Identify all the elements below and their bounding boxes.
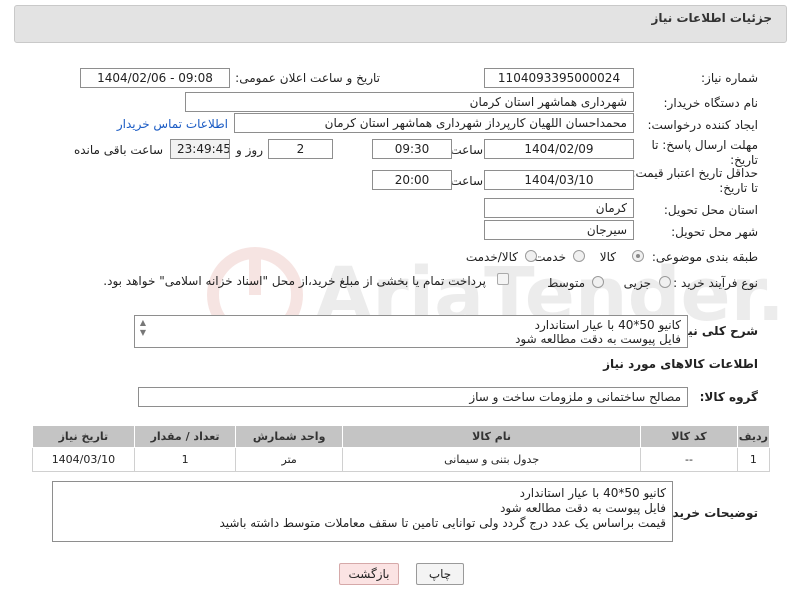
notes-line: قیمت براساس یک عدد درج گردد ولی توانایی … [219, 516, 666, 530]
category-goods-radio[interactable] [632, 250, 644, 262]
column-header: واحد شمارش [235, 425, 343, 448]
process-minor-label: جزیی [623, 276, 651, 290]
column-header: تعداد / مقدار [133, 425, 237, 448]
announce-datetime-field: 1404/02/06 - 09:08 [80, 68, 230, 88]
city-label: شهر محل تحویل: [671, 225, 758, 239]
table-cell: 1 [736, 447, 771, 472]
column-header: ردیف [736, 425, 771, 448]
table-header-row: ردیف کد کالا نام کالا واحد شمارش تعداد /… [32, 425, 771, 448]
category-label: طبقه بندی موضوعی: [651, 250, 758, 264]
description-line: کانیو 50*40 با عیار استاندارد [534, 318, 681, 332]
column-header: تاریخ نیاز [32, 425, 135, 448]
process-minor-radio[interactable] [659, 276, 671, 288]
process-type-label: نوع فرآیند خرید : [673, 276, 758, 290]
requester-label: ایجاد کننده درخواست: [647, 118, 758, 132]
category-goods-service-radio[interactable] [525, 250, 537, 262]
validity-time-field: 20:00 [372, 170, 452, 190]
reply-date-field: 1404/02/09 [484, 139, 634, 159]
print-button[interactable]: چاپ [416, 563, 464, 585]
category-service-radio[interactable] [573, 250, 585, 262]
need-number-field: 1104093395000024 [484, 68, 634, 88]
buyer-org-label: نام دستگاه خریدار: [663, 96, 759, 110]
contact-buyer-link[interactable]: اطلاعات تماس خریدار [117, 117, 228, 131]
table-cell: -- [640, 447, 738, 472]
table-cell: متر [235, 447, 343, 472]
table-cell: 1404/03/10 [32, 447, 135, 472]
items-table: ردیف کد کالا نام کالا واحد شمارش تعداد /… [32, 425, 771, 472]
buyer-notes-box: کانیو 50*40 با عیار استاندارد فایل پیوست… [52, 481, 673, 542]
process-medium-label: متوسط [547, 276, 585, 290]
table-cell: 1 [133, 447, 237, 472]
back-button[interactable]: بازگشت [339, 563, 399, 585]
reply-hour-label: ساعت [450, 143, 483, 157]
category-goods-service-label: کالا/خدمت [465, 250, 518, 264]
column-header: کد کالا [640, 425, 738, 448]
days-field: 2 [268, 139, 333, 159]
payment-note: پرداخت تمام یا بخشی از مبلغ خرید،از محل … [103, 274, 486, 288]
description-scroll-arrows[interactable]: ▲ ▼ [137, 318, 149, 342]
goods-group-field: مصالح ساختمانی و ملزومات ساخت و ساز [138, 387, 688, 407]
city-field: سیرجان [484, 220, 634, 240]
description-box: کانیو 50*40 با عیار استاندارد فایل پیوست… [134, 315, 688, 348]
notes-line: کانیو 50*40 با عیار استاندارد [519, 486, 666, 500]
process-medium-radio[interactable] [592, 276, 604, 288]
remaining-time-field: 23:49:45 [170, 139, 230, 159]
province-label: استان محل تحویل: [663, 203, 758, 217]
price-validity-label: حداقل تاریخ اعتبار قیمت: تا تاریخ: [631, 166, 758, 195]
category-goods-label: کالا [599, 250, 616, 264]
category-service-label: خدمت [534, 250, 566, 264]
day-and-label: روز و [236, 143, 263, 157]
goods-group-label: گروه کالا: [699, 390, 758, 404]
treasury-payment-checkbox[interactable] [497, 273, 509, 285]
reply-deadline-label: مهلت ارسال پاسخ: تا تاریخ: [651, 138, 758, 167]
need-number-label: شماره نیاز: [701, 71, 758, 85]
reply-time-field: 09:30 [372, 139, 452, 159]
validity-hour-label: ساعت [450, 174, 483, 188]
buyer-org-field: شهرداری هماشهر استان کرمان [185, 92, 634, 112]
table-cell: جدول بتنی و سیمانی [341, 447, 642, 472]
column-header: نام کالا [341, 425, 642, 448]
province-field: کرمان [484, 198, 634, 218]
page-title: جزئیات اطلاعات نیاز [651, 11, 772, 25]
validity-date-field: 1404/03/10 [484, 170, 634, 190]
announce-datetime-label: تاریخ و ساعت اعلان عمومی: [235, 71, 380, 85]
description-line: فایل پیوست به دقت مطالعه شود [515, 332, 681, 346]
goods-info-title: اطلاعات کالاهای مورد نیاز [603, 357, 758, 371]
table-row: 1 -- جدول بتنی و سیمانی متر 1 1404/03/10 [32, 447, 771, 472]
requester-field: محمداحسان اللهیان کارپرداز شهرداری هماشه… [234, 113, 634, 133]
remaining-label: ساعت باقی مانده [73, 143, 163, 157]
notes-line: فایل پیوست به دقت مطالعه شود [500, 501, 666, 515]
